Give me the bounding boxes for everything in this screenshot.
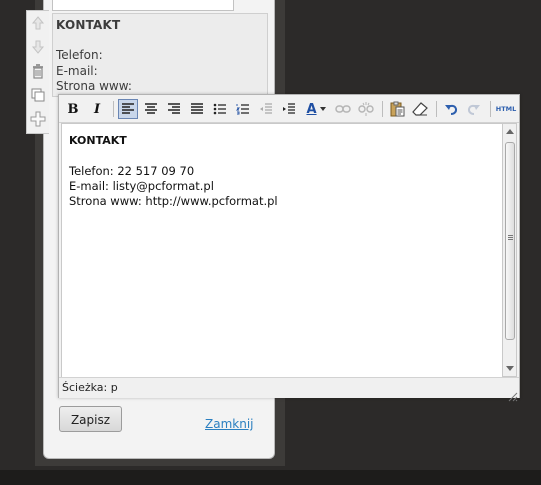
numbered-list-icon [236, 104, 249, 115]
resize-handle-icon[interactable] [508, 387, 518, 402]
redo-button[interactable] [464, 99, 484, 119]
editor-statusbar: Ścieżka: p [59, 377, 519, 402]
rich-text-editor: B I A HTML KONTAKT Telefon: 22 517 09 70… [58, 94, 520, 402]
indent-button[interactable] [279, 99, 299, 119]
close-link[interactable]: Zamknij [205, 417, 254, 431]
dropdown-arrow-icon [319, 107, 326, 111]
bold-button[interactable]: B [63, 99, 83, 119]
element-path: Ścieżka: p [62, 381, 118, 394]
preview-email: E-mail: [56, 64, 98, 78]
link-button[interactable] [333, 99, 353, 119]
preview-www: Strona www: [56, 79, 132, 93]
toolbar-separator [113, 101, 114, 117]
editor-phone-text: Telefon: 22 517 09 70 [69, 164, 195, 178]
outdent-button[interactable] [256, 99, 276, 119]
justify-button[interactable] [187, 99, 207, 119]
scroll-up-icon[interactable] [506, 129, 514, 134]
italic-button[interactable]: I [87, 99, 107, 119]
preview-phone: Telefon: [56, 48, 103, 62]
align-right-button[interactable] [164, 99, 184, 119]
toolbar-separator [490, 101, 491, 117]
paste-text-button[interactable] [387, 99, 407, 119]
preview-title: KONTAKT [56, 18, 121, 32]
justify-icon [191, 103, 203, 114]
panel-top-field[interactable] [52, 0, 234, 11]
arrow-down-icon[interactable] [30, 39, 46, 55]
redo-icon [467, 104, 480, 115]
widget-preview[interactable]: KONTAKT Telefon: E-mail: Strona www: [52, 13, 268, 97]
add-icon[interactable] [30, 111, 46, 127]
unlink-icon [358, 102, 374, 116]
font-color-button[interactable]: A [303, 99, 329, 119]
align-center-icon [145, 103, 157, 114]
align-center-button[interactable] [141, 99, 161, 119]
bullet-list-button[interactable] [210, 99, 230, 119]
clear-format-button[interactable] [410, 99, 430, 119]
editor-toolbar: B I A HTML [59, 95, 519, 123]
html-source-button[interactable]: HTML [494, 99, 518, 119]
grip-icon [508, 235, 513, 236]
paste-icon [390, 101, 405, 117]
save-button[interactable]: Zapisz [59, 406, 122, 432]
editor-content[interactable]: KONTAKT Telefon: 22 517 09 70 E-mail: li… [61, 123, 503, 379]
link-icon [335, 105, 351, 113]
bottom-bar [0, 470, 541, 485]
align-right-icon [168, 103, 180, 114]
outdent-icon [260, 103, 272, 114]
undo-button[interactable] [441, 99, 461, 119]
indent-icon [283, 103, 295, 114]
scroll-thumb[interactable] [505, 142, 515, 340]
align-left-button[interactable] [118, 99, 138, 119]
unlink-button[interactable] [356, 99, 376, 119]
trash-icon[interactable] [30, 63, 46, 79]
eraser-icon [412, 102, 428, 116]
arrow-up-icon[interactable] [30, 15, 46, 31]
bullet-list-icon [213, 103, 226, 115]
toolbar-separator [436, 101, 437, 117]
numbered-list-button[interactable] [233, 99, 253, 119]
scroll-down-icon[interactable] [506, 366, 514, 371]
editor-www-text: Strona www: http://www.pcformat.pl [69, 194, 278, 208]
duplicate-icon[interactable] [30, 87, 46, 103]
editor-scrollbar[interactable] [502, 123, 517, 377]
editor-email-text: E-mail: listy@pcformat.pl [69, 179, 214, 193]
editor-title-text: KONTAKT [69, 134, 127, 147]
undo-icon [445, 104, 458, 115]
toolbar-separator [382, 101, 383, 117]
side-toolbar [26, 10, 49, 134]
align-left-icon [122, 103, 134, 114]
